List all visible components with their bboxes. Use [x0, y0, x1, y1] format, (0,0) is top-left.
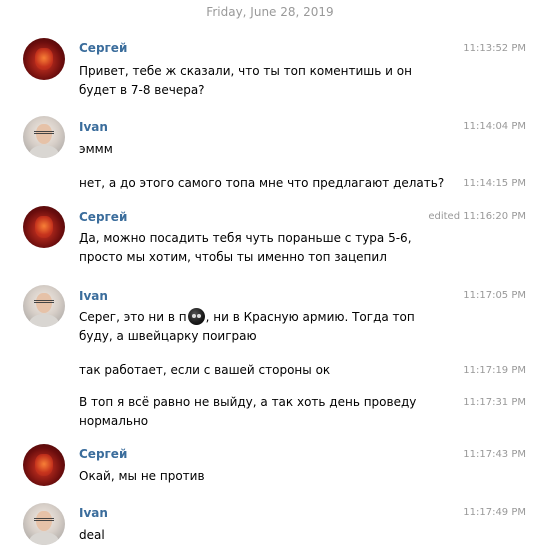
message-text: Окай, мы не против [79, 469, 205, 483]
message-timestamp: edited 11:16:20 PM [428, 211, 526, 222]
message-text: Да, можно посадить тебя чуть пораньше с … [79, 231, 412, 264]
message-text: Серег, это ни в п, ни в Красную армию. Т… [79, 308, 449, 346]
message-timestamp: 11:17:31 PM [463, 397, 526, 408]
avatar[interactable] [23, 116, 65, 158]
author-name[interactable]: Ivan [79, 120, 108, 134]
message-timestamp: 11:14:04 PM [463, 121, 526, 132]
author-name[interactable]: Сергей [79, 41, 127, 55]
avatar[interactable] [23, 503, 65, 545]
pirate-skull-emoji-icon [187, 308, 205, 325]
author-name[interactable]: Ivan [79, 506, 108, 520]
message-timestamp: 11:17:05 PM [463, 290, 526, 301]
message-timestamp: 11:13:52 PM [463, 43, 526, 54]
message-text-part: Серег, это ни в п [79, 310, 187, 324]
author-name[interactable]: Сергей [79, 447, 127, 461]
message-text: В топ я всё равно не выйду, а так хоть д… [79, 395, 417, 428]
message-text: deal [79, 528, 105, 542]
message-timestamp: 11:17:43 PM [463, 449, 526, 460]
message-text: нет, а до этого самого топа мне что пред… [79, 176, 445, 190]
message-text: эммм [79, 142, 113, 156]
date-header: Friday, June 28, 2019 [206, 5, 334, 19]
message-timestamp: 11:17:49 PM [463, 507, 526, 518]
avatar[interactable] [23, 38, 65, 80]
avatar[interactable] [23, 285, 65, 327]
message-timestamp: 11:14:15 PM [463, 178, 526, 189]
message-timestamp: 11:17:19 PM [463, 365, 526, 376]
avatar[interactable] [23, 444, 65, 486]
author-name[interactable]: Сергей [79, 210, 127, 224]
message-text: так работает, если с вашей стороны ок [79, 363, 331, 377]
author-name[interactable]: Ivan [79, 289, 108, 303]
avatar[interactable] [23, 206, 65, 248]
message-text: Привет, тебе ж сказали, что ты топ комен… [79, 64, 412, 97]
